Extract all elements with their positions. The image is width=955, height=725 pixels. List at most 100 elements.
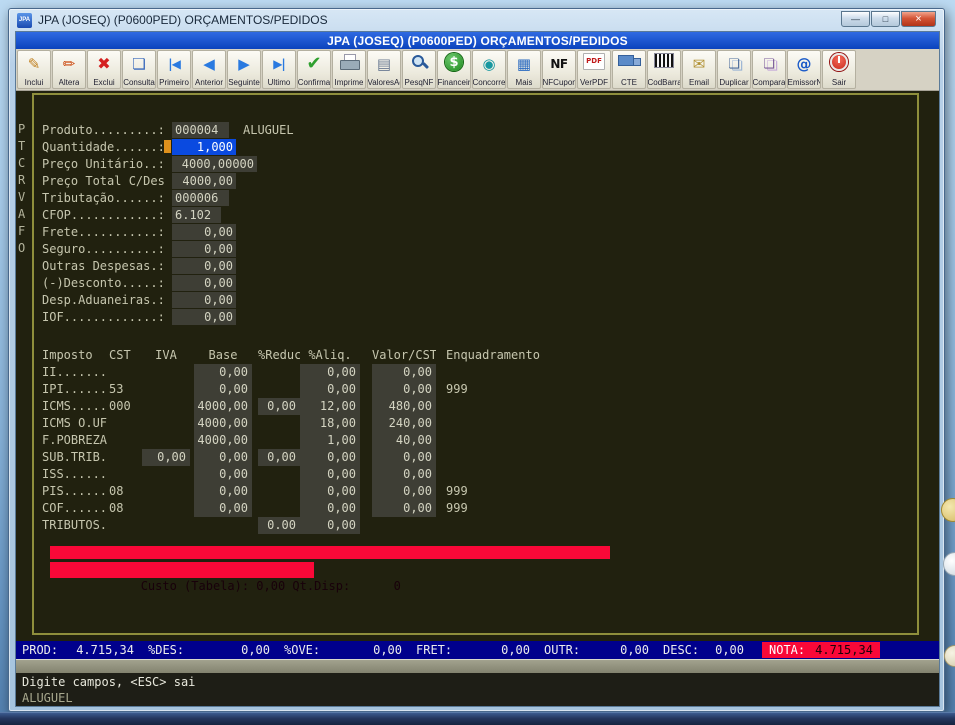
tax-cell-iva (142, 500, 190, 517)
tax-cell-iva (142, 415, 190, 432)
toolbar-button-primeiro[interactable]: |◀Primeiro (157, 50, 191, 89)
new-record-icon: ✎ (28, 53, 41, 75)
field-input-tributa-o[interactable]: 000006 (172, 190, 229, 206)
toolbar-button-confirma[interactable]: ✔Confirma (297, 50, 331, 89)
tax-cell-aliq: 0,00 (300, 449, 360, 466)
tax-cell-name: COF...... (42, 500, 108, 517)
tax-cell-reduc: 0.00 (258, 517, 300, 534)
tax-cell-aliq: 0,00 (300, 517, 360, 534)
toolbar-button-imprime[interactable]: Imprime (332, 50, 366, 89)
maximize-button[interactable]: □ (871, 11, 900, 27)
field-input-outras-despesas[interactable]: 0,00 (172, 258, 236, 274)
window-controls: — □ × (841, 11, 936, 27)
tax-cell-name: TRIBUTOS. (42, 517, 108, 534)
clipped-label: P (18, 121, 25, 138)
toolbar-button-cte[interactable]: CTE (612, 50, 646, 89)
field-row-desp-aduaneiras: Desp.Aduaneiras.:0,00 (42, 291, 917, 308)
clipped-label: R (18, 172, 25, 189)
field-input-desp-aduaneiras[interactable]: 0,00 (172, 292, 236, 308)
field-input-desconto[interactable]: 0,00 (172, 275, 236, 291)
prompt-message: Digite campos, <ESC> sai (22, 674, 933, 690)
truck-icon (617, 53, 641, 68)
tax-cell-name: ISS...... (42, 466, 108, 483)
toolbar-button-label: EmissorNF (788, 78, 821, 87)
toolbar-button-exclui[interactable]: ✖Exclui (87, 50, 121, 89)
toolbar-button-label: PesqNF (405, 78, 434, 87)
field-label: Desp.Aduaneiras.: (42, 293, 172, 307)
toolbar-button-inclui[interactable]: ✎Inclui (17, 50, 51, 89)
status-label: OUTR: (544, 643, 580, 657)
app-titlebar-text: JPA (JOSEQ) (P0600PED) ORÇAMENTOS/PEDIDO… (327, 34, 628, 48)
toolbar-button-comparar[interactable]: ❏Comparar (752, 50, 786, 89)
toolbar-button-concorrenc[interactable]: ◉Concorrenc (472, 50, 506, 89)
status-value: 4.715,34 (76, 643, 134, 657)
desktop-icon[interactable] (944, 645, 955, 667)
tax-cell-valor: 0,00 (372, 364, 436, 381)
status-value: 0,00 (501, 643, 530, 657)
field-row-desconto: (-)Desconto.....:0,00 (42, 274, 917, 291)
toolbar-button-label: Duplicar (719, 78, 748, 87)
window-titlebar[interactable]: JPA JPA (JOSEQ) (P0600PED) ORÇAMENTOS/PE… (9, 9, 944, 31)
tax-header-reduc: %Reduc (258, 347, 300, 364)
toolbar-button-ultimo[interactable]: ▶|Ultimo (262, 50, 296, 89)
field-input-pre-o-total-c-des[interactable]: 4000,00 (172, 173, 236, 189)
clipped-label: F (18, 223, 25, 240)
window-content: JPA (JOSEQ) (P0600PED) ORÇAMENTOS/PEDIDO… (15, 31, 940, 707)
toolbar-button-valoresag[interactable]: ▤ValoresAg (367, 50, 401, 89)
field-input-produto[interactable]: 000004 (172, 122, 229, 138)
toolbar-button-sair[interactable]: Sair (822, 50, 856, 89)
window-title: JPA (JOSEQ) (P0600PED) ORÇAMENTOS/PEDIDO… (38, 13, 328, 27)
field-input-cfop[interactable]: 6.102 (172, 207, 221, 223)
toolbar-button-email[interactable]: ✉Email (682, 50, 716, 89)
status-value: 0,00 (715, 643, 744, 657)
close-button[interactable]: × (901, 11, 936, 27)
field-label: Seguro..........: (42, 242, 172, 256)
field-row-cfop: CFOP............:6.102 (42, 206, 917, 223)
toolbar-button-mais[interactable]: ▦Mais (507, 50, 541, 89)
finance-dollar-icon: $ (445, 53, 463, 71)
status-value: 0,00 (620, 643, 649, 657)
tax-cell-enq: 999 (444, 381, 554, 398)
toolbar-button-anterior[interactable]: ◀Anterior (192, 50, 226, 89)
app-icon: JPA (17, 13, 32, 28)
toolbar-button-label: Comparar (753, 78, 786, 87)
field-input-pre-o-unit-rio[interactable]: 4000,00000 (172, 156, 257, 172)
field-input-quantidade[interactable]: 1,000 (172, 139, 236, 155)
toolbar-button-verpdf[interactable]: PDFVerPDF (577, 50, 611, 89)
toolbar-button-consulta[interactable]: ❏Consulta (122, 50, 156, 89)
tax-cell-cst (108, 449, 142, 466)
windows-taskbar[interactable] (0, 712, 955, 725)
tax-cell-name: ICMS..... (42, 398, 108, 415)
field-input-seguro[interactable]: 0,00 (172, 241, 236, 257)
clipped-label: C (18, 155, 25, 172)
toolbar-button-altera[interactable]: ✏Altera (52, 50, 86, 89)
field-input-frete[interactable]: 0,00 (172, 224, 236, 240)
query-icon: ❏ (132, 53, 145, 75)
nota-value: 4.715,34 (815, 642, 873, 658)
duplicate-icon: ❏ (728, 53, 740, 75)
message-area: Digite campos, <ESC> sai ALUGUEL (16, 673, 939, 706)
tax-cell-iva (142, 466, 190, 483)
minimize-button[interactable]: — (841, 11, 870, 27)
field-input-iof[interactable]: 0,00 (172, 309, 236, 325)
toolbar-button-codbarra[interactable]: CodBarra (647, 50, 681, 89)
toolbar-button-pesqnf[interactable]: PesqNF (402, 50, 436, 89)
toolbar-button-nfcupom[interactable]: NFNFCupom (542, 50, 576, 89)
delete-icon: ✖ (97, 53, 110, 75)
values-doc-icon: ▤ (377, 53, 391, 75)
status-item-ove: %OVE:0,00 (284, 643, 416, 657)
status-bar: PROD:4.715,34%DES:0,00%OVE:0,00FRET:0,00… (16, 641, 939, 659)
toolbar-button-financeiro[interactable]: $Financeiro (437, 50, 471, 89)
tax-header-imposto: Imposto (42, 347, 108, 364)
tax-cell-aliq: 0,00 (300, 500, 360, 517)
toolbar-button-label: Confirma (298, 78, 330, 87)
edit-icon: ✏ (63, 53, 76, 75)
tax-cell-aliq: 1,00 (300, 432, 360, 449)
toolbar-button-emissornf[interactable]: @EmissorNF (787, 50, 821, 89)
tax-cell-reduc (258, 432, 300, 449)
tax-cell-enq (444, 517, 554, 534)
toolbar-button-label: Ultimo (268, 78, 291, 87)
toolbar-button-seguinte[interactable]: ▶Seguinte (227, 50, 261, 89)
toolbar-button-duplicar[interactable]: ❏ Duplicar (717, 50, 751, 89)
next-icon: ▶ (238, 53, 250, 75)
